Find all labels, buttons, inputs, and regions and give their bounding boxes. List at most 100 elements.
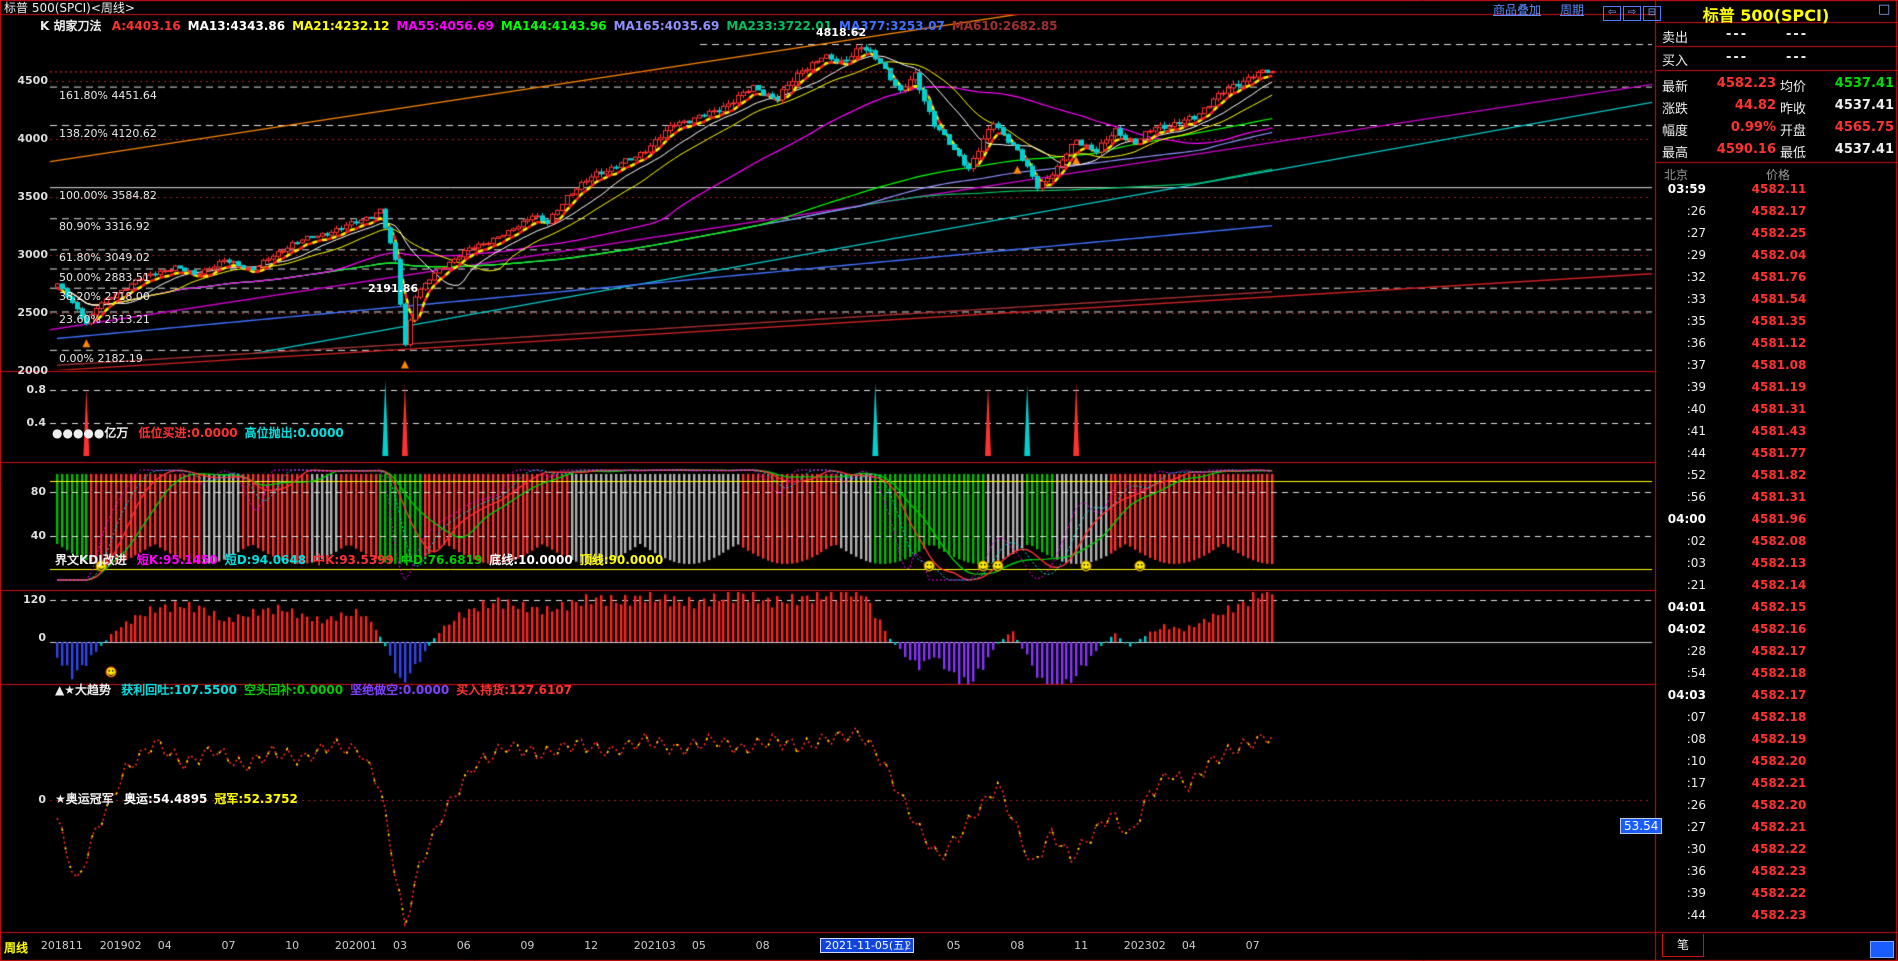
tick-price: 4582.22 — [1744, 886, 1814, 900]
tick-time: :07 — [1660, 710, 1706, 724]
ma-value: MA165:4035.69 — [614, 19, 720, 33]
indicator-param: 高位抛出:0.0000 — [245, 426, 344, 440]
subpanel-tick: 40 — [0, 529, 46, 542]
indicator-param: 中D:76.6819 — [401, 553, 482, 567]
main-chart-canvas[interactable] — [0, 0, 1898, 961]
maximize-icon[interactable]: □ — [1878, 2, 1890, 17]
olympic-title: ★奥运冠军 — [55, 792, 114, 806]
subpanel-tick: 0.8 — [0, 383, 46, 396]
price-tick: 4000 — [0, 132, 48, 145]
tick-price: 4582.16 — [1744, 622, 1814, 636]
stat-value: 4582.23 — [1700, 76, 1776, 91]
tick-time: :03 — [1660, 556, 1706, 570]
tick-time: :44 — [1660, 446, 1706, 460]
indicator-param: 低位买进:0.0000 — [139, 426, 238, 440]
indicator-param: 空头回补:0.0000 — [244, 683, 343, 697]
ma-value: MA144:4143.96 — [501, 19, 607, 33]
quote-panel: 标普 500(SPCI) □ 卖出 --- --- 买入 --- --- 最新4… — [1656, 0, 1898, 961]
subpanel-tick: 80 — [0, 485, 46, 498]
axis-date-label: 05 — [692, 939, 706, 952]
tick-price: 4581.19 — [1744, 380, 1814, 394]
stat-value: 44.82 — [1700, 98, 1776, 113]
tick-time: :26 — [1660, 798, 1706, 812]
olympic-panel-header: ★奥运冠军 奥运:54.4895冠军:52.3752 — [55, 790, 305, 807]
back-arrow-icon[interactable]: ⇦ — [1603, 6, 1621, 21]
buy-value-1: --- — [1726, 50, 1748, 65]
low-annotation: 2191.86 — [368, 282, 418, 296]
tick-time: :41 — [1660, 424, 1706, 438]
subpanel-tick: 120 — [0, 593, 46, 606]
tick-price: 4581.54 — [1744, 292, 1814, 306]
scroll-corner-icon[interactable] — [1870, 941, 1894, 958]
ma-values: A:4403.16MA13:4343.86MA21:4232.12MA55:40… — [112, 19, 1065, 33]
yiwan-title: ●●●●●亿万 — [52, 426, 128, 440]
tick-price: 4582.21 — [1744, 820, 1814, 834]
tick-time: :30 — [1660, 842, 1706, 856]
kdj-panel-header: 界文KDJ改进 短K:95.1450短D:94.0648中K:93.5399中D… — [55, 551, 670, 568]
indicator-param: 获利回吐:107.5500 — [121, 683, 237, 697]
sell-value-1: --- — [1726, 27, 1748, 42]
tick-price: 4581.31 — [1744, 490, 1814, 504]
tick-price: 4582.18 — [1744, 710, 1814, 724]
tick-time: 04:01 — [1660, 600, 1706, 614]
fib-label: 138.20% 4120.62 — [59, 127, 157, 140]
tick-time: :10 — [1660, 754, 1706, 768]
tick-time: :21 — [1660, 578, 1706, 592]
tick-time: :27 — [1660, 226, 1706, 240]
period-tab[interactable]: 周线 — [4, 939, 28, 956]
indicator-name: 胡家刀法 — [54, 19, 102, 33]
stat-value: 4537.41 — [1816, 76, 1894, 91]
tick-price: 4582.21 — [1744, 776, 1814, 790]
tick-time: :02 — [1660, 534, 1706, 548]
ma-value: MA610:2682.85 — [952, 19, 1058, 33]
ma-value: MA21:4232.12 — [292, 19, 389, 33]
period-menu-link[interactable]: 周期 — [1560, 1, 1584, 18]
price-tick: 3500 — [0, 190, 48, 203]
trend-panel-header: ▲★大趋势 获利回吐:107.5500空头回补:0.0000坚绝做空:0.000… — [55, 681, 579, 698]
axis-date-label: 08 — [756, 939, 770, 952]
tick-price: 4582.17 — [1744, 204, 1814, 218]
kdj-title: 界文KDJ改进 — [55, 553, 127, 567]
tab-bi[interactable]: 笔 — [1662, 934, 1704, 957]
axis-date-label: 04 — [158, 939, 172, 952]
time-axis[interactable]: 周线 2018112019020407102020010306091220210… — [0, 934, 1656, 961]
tick-time: :54 — [1660, 666, 1706, 680]
forward-arrow-icon[interactable]: ⇨ — [1623, 6, 1641, 21]
subpanel-tick: 0 — [0, 793, 46, 806]
tick-time: 04:00 — [1660, 512, 1706, 526]
indicator-param: 坚绝做空:0.0000 — [350, 683, 449, 697]
stat-label: 开盘 — [1780, 120, 1806, 139]
tick-price: 4581.82 — [1744, 468, 1814, 482]
tick-price: 4581.76 — [1744, 270, 1814, 284]
tick-price: 4582.14 — [1744, 578, 1814, 592]
tick-price: 4581.12 — [1744, 336, 1814, 350]
ma-value: MA55:4056.69 — [396, 19, 493, 33]
axis-date-label: 08 — [1010, 939, 1024, 952]
tick-price: 4582.04 — [1744, 248, 1814, 262]
stat-label: 幅度 — [1662, 120, 1688, 139]
tick-price: 4582.25 — [1744, 226, 1814, 240]
main-indicator-header: K 胡家刀法 A:4403.16MA13:4343.86MA21:4232.12… — [40, 17, 1065, 34]
tick-col-time: 北京 — [1664, 166, 1688, 183]
tick-price: 4582.17 — [1744, 688, 1814, 702]
indicator-param: 冠军:52.3752 — [214, 792, 297, 806]
stat-value: 4537.41 — [1816, 98, 1894, 113]
tick-time: :29 — [1660, 248, 1706, 262]
tick-time: :52 — [1660, 468, 1706, 482]
overlay-menu-link[interactable]: 商品叠加 — [1493, 1, 1541, 18]
tick-price: 4582.20 — [1744, 798, 1814, 812]
high-annotation: 4818.62 — [816, 26, 866, 40]
indicator-param: 短D:94.0648 — [225, 553, 306, 567]
tick-price: 4581.08 — [1744, 358, 1814, 372]
buy-value-2: --- — [1786, 50, 1808, 65]
fib-label: 0.00% 2182.19 — [59, 352, 143, 365]
tick-time: 04:02 — [1660, 622, 1706, 636]
fib-label: 61.80% 3049.02 — [59, 251, 150, 264]
axis-date-label: 03 — [393, 939, 407, 952]
sell-value-2: --- — [1786, 27, 1808, 42]
tick-price: 4582.23 — [1744, 864, 1814, 878]
tick-time: :39 — [1660, 886, 1706, 900]
indicator-param: 中K:93.5399 — [313, 553, 394, 567]
tick-price: 4581.35 — [1744, 314, 1814, 328]
stat-label: 最高 — [1662, 142, 1688, 161]
